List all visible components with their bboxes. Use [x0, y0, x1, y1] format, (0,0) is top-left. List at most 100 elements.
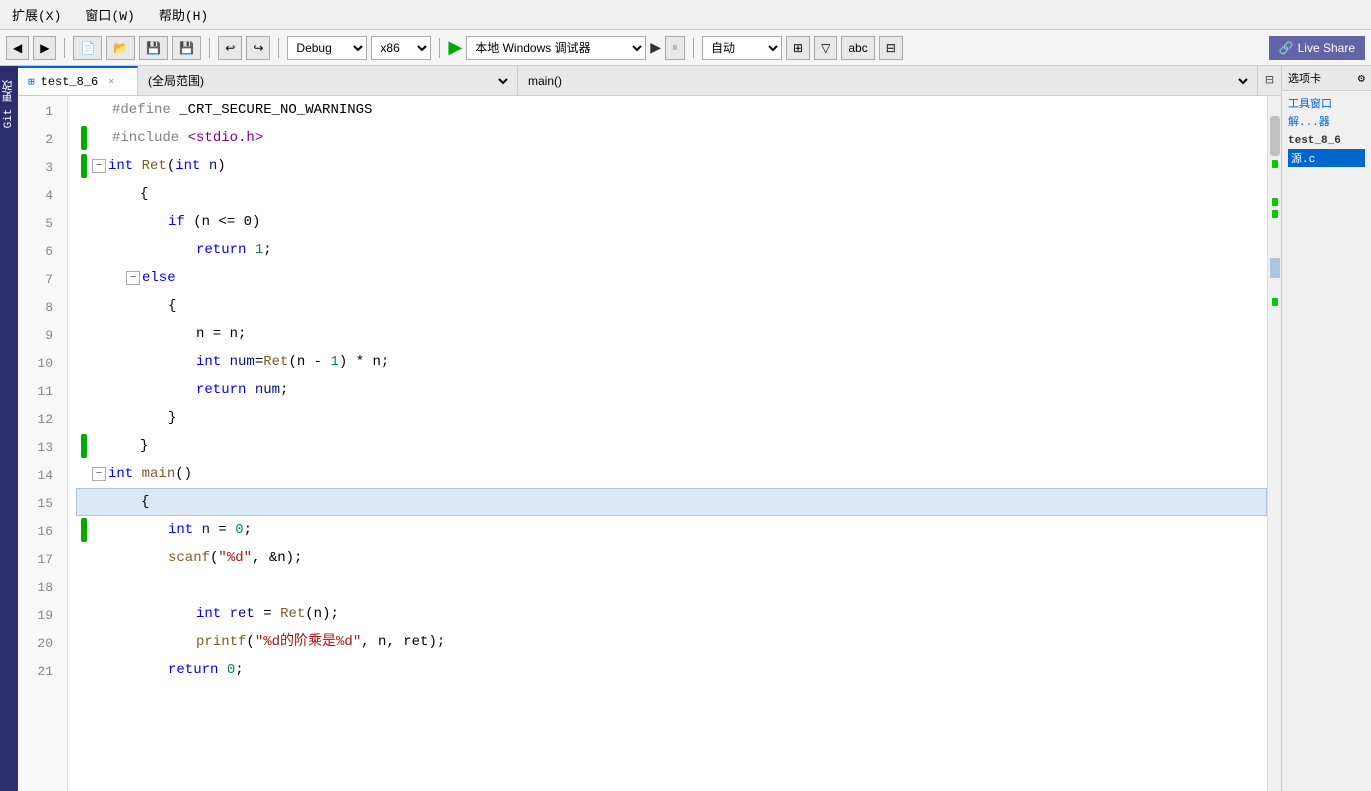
- line-num-14: 14: [18, 462, 59, 490]
- token-3-4: (: [167, 152, 175, 180]
- code-line-3: − int Ret ( int n ): [76, 152, 1267, 180]
- debug-config-dropdown[interactable]: Debug: [287, 36, 367, 60]
- token-19-3: ret: [230, 600, 255, 628]
- code-line-7: − else: [76, 264, 1267, 292]
- solution-link[interactable]: 解...器: [1288, 113, 1365, 129]
- token-4-1: {: [140, 180, 148, 208]
- auto-dropdown[interactable]: 自动: [702, 36, 782, 60]
- platform-dropdown[interactable]: x86: [371, 36, 431, 60]
- editor-container: ⊞ test_8_6 ✕ (全局范围) main() ⊟ 1 2: [18, 66, 1281, 791]
- tab-close-icon[interactable]: ✕: [108, 76, 114, 88]
- code-line-13: }: [76, 432, 1267, 460]
- token-20-2: (: [246, 628, 254, 656]
- active-file[interactable]: 源.c: [1288, 149, 1365, 167]
- token-10-6: (n -: [288, 348, 330, 376]
- code-line-17: scanf ( "%d" , &n);: [76, 544, 1267, 572]
- token-2-1: #include: [112, 124, 179, 152]
- token-6-1: return: [196, 236, 246, 264]
- debug-target-dropdown[interactable]: 本地 Windows 调试器: [466, 36, 646, 60]
- git-label: Git 更改: [0, 76, 19, 132]
- line-num-17: 17: [18, 546, 59, 574]
- token-20-3: "%d的阶乘是%d": [255, 628, 361, 656]
- token-3-7: n: [209, 152, 217, 180]
- fold-3[interactable]: −: [92, 159, 106, 173]
- split-editor-button[interactable]: ⊟: [1257, 66, 1281, 95]
- toolbar-icon-1[interactable]: ⊞: [786, 36, 810, 60]
- token-2-3: <stdio.h>: [188, 124, 264, 152]
- token-17-3: "%d": [218, 544, 252, 572]
- line-num-15: 15: [18, 490, 59, 518]
- fold-14[interactable]: −: [92, 467, 106, 481]
- token-19-4: =: [255, 600, 280, 628]
- toolbar-icon-4[interactable]: ⊟: [879, 36, 903, 60]
- line-num-11: 11: [18, 378, 59, 406]
- indicator-16: [76, 518, 92, 542]
- scrollbar-thumb[interactable]: [1270, 116, 1280, 156]
- token-15-1: {: [141, 488, 149, 516]
- line-num-8: 8: [18, 294, 59, 322]
- forward-button[interactable]: ▶: [33, 36, 56, 60]
- menu-help[interactable]: 帮助(H): [155, 3, 212, 26]
- token-11-2: [246, 376, 254, 404]
- run2-button[interactable]: ▶: [650, 39, 661, 56]
- token-21-3: 0: [227, 656, 235, 684]
- right-panel: 选项卡 ⚙ 工具窗口 解...器 test_8_6 源.c: [1281, 66, 1371, 791]
- token-14-4: (): [175, 460, 192, 488]
- pause-button[interactable]: ⏸: [665, 36, 685, 60]
- tab-file-icon: ⊞: [28, 75, 35, 89]
- open-button[interactable]: 📂: [106, 36, 135, 60]
- fold-7[interactable]: −: [126, 271, 140, 285]
- right-panel-content: 工具窗口 解...器 test_8_6 源.c: [1282, 91, 1371, 177]
- scope-dropdown[interactable]: (全局范围): [144, 73, 511, 89]
- token-16-1: int: [168, 516, 193, 544]
- tab-file-name: test_8_6: [41, 75, 99, 89]
- separator-2: [209, 38, 210, 58]
- toolbar-icon-3[interactable]: abc: [841, 36, 874, 60]
- token-17-2: (: [210, 544, 218, 572]
- menu-expand[interactable]: 扩展(X): [8, 3, 65, 26]
- token-6-2: [246, 236, 254, 264]
- toolbar-icon-2[interactable]: ▽: [814, 36, 837, 60]
- new-file-button[interactable]: 📄: [73, 36, 102, 60]
- token-11-3: num: [255, 376, 280, 404]
- code-line-20: printf ( "%d的阶乘是%d" , n, ret);: [76, 628, 1267, 656]
- token-10-1: int: [196, 348, 221, 376]
- indicator-2: [76, 126, 92, 150]
- token-16-3: n: [202, 516, 210, 544]
- tab-bar: ⊞ test_8_6 ✕ (全局范围) main() ⊟: [18, 66, 1281, 96]
- line-num-9: 9: [18, 322, 59, 350]
- menu-window[interactable]: 窗口(W): [81, 3, 138, 26]
- right-panel-gear-icon[interactable]: ⚙: [1358, 71, 1365, 86]
- tools-window-link[interactable]: 工具窗口: [1288, 95, 1365, 111]
- redo-button[interactable]: ↪: [246, 36, 270, 60]
- token-5-2: (n <= 0): [185, 208, 261, 236]
- line-num-21: 21: [18, 658, 59, 686]
- token-9-1: n = n;: [196, 320, 246, 348]
- code-content[interactable]: #define _CRT_SECURE_NO_WARNINGS #include…: [68, 96, 1267, 791]
- token-10-7: 1: [330, 348, 338, 376]
- code-scrollbar[interactable]: [1267, 96, 1281, 791]
- toolbar: ◀ ▶ 📄 📂 💾 💾 ↩ ↪ Debug x86 ▶ 本地 Windows 调…: [0, 30, 1371, 66]
- run-button[interactable]: ▶: [448, 37, 462, 58]
- live-share-button[interactable]: 🔗 Live Share: [1269, 36, 1365, 60]
- right-panel-header: 选项卡 ⚙: [1282, 66, 1371, 91]
- token-19-2: [221, 600, 229, 628]
- line-num-5: 5: [18, 210, 59, 238]
- token-16-6: ;: [244, 516, 252, 544]
- save-button[interactable]: 💾: [139, 36, 168, 60]
- save-all-button[interactable]: 💾: [172, 36, 201, 60]
- undo-button[interactable]: ↩: [218, 36, 242, 60]
- token-14-2: [133, 460, 141, 488]
- code-line-2: #include <stdio.h>: [76, 124, 1267, 152]
- token-16-2: [193, 516, 201, 544]
- token-10-8: ) * n;: [339, 348, 389, 376]
- token-3-6: [200, 152, 208, 180]
- code-line-15[interactable]: {: [76, 488, 1267, 516]
- token-3-5: int: [175, 152, 200, 180]
- line-num-7: 7: [18, 266, 59, 294]
- back-button[interactable]: ◀: [6, 36, 29, 60]
- function-dropdown[interactable]: main(): [524, 73, 1251, 89]
- separator-1: [64, 38, 65, 58]
- token-16-5: 0: [235, 516, 243, 544]
- file-tab[interactable]: ⊞ test_8_6 ✕: [18, 66, 138, 95]
